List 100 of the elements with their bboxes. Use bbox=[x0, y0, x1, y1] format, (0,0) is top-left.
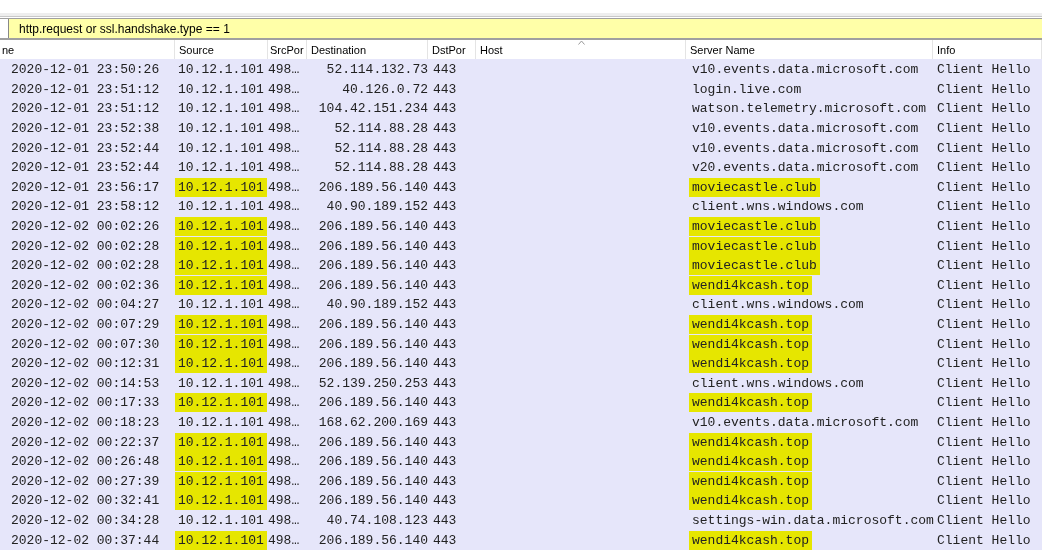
table-cell: 206.189.56.140 bbox=[318, 454, 428, 470]
table-cell: 2020-12-02 00:02:28 bbox=[11, 238, 160, 254]
table-cell: 52.114.88.28 bbox=[334, 121, 428, 137]
table-cell: 443 bbox=[433, 297, 457, 313]
table-cell: 498… bbox=[268, 179, 300, 195]
table-cell: 498… bbox=[268, 81, 300, 97]
table-cell: 2020-12-01 23:52:44 bbox=[11, 160, 160, 176]
table-cell: Client Hello bbox=[937, 62, 1031, 78]
table-cell: Client Hello bbox=[937, 277, 1031, 293]
table-cell: Client Hello bbox=[937, 375, 1031, 391]
table-cell: 498… bbox=[268, 140, 300, 156]
table-cell: 498… bbox=[268, 101, 300, 117]
table-cell-text: v10.events.data.microsoft.com bbox=[691, 414, 920, 432]
table-cell: wendi4kcash.top bbox=[689, 393, 813, 413]
table-cell: 206.189.56.140 bbox=[318, 336, 428, 352]
table-cell-text: watson.telemetry.microsoft.com bbox=[691, 100, 928, 119]
table-cell-text: 10.12.1.101 bbox=[177, 120, 265, 139]
table-cell: 443 bbox=[433, 473, 457, 489]
table-cell: 168.62.200.169 bbox=[318, 415, 428, 430]
table-cell: 2020-12-02 00:37:44 bbox=[11, 532, 160, 548]
table-cell: 10.12.1.101 bbox=[175, 354, 267, 374]
table-cell: 52.139.250.253 bbox=[318, 375, 428, 391]
table-cell: 2020-12-02 00:18:23 bbox=[11, 415, 160, 430]
table-cell: 206.189.56.140 bbox=[318, 317, 428, 332]
table-cell-text: v20.events.data.microsoft.com bbox=[691, 159, 920, 178]
table-cell: 206.189.56.140 bbox=[318, 258, 428, 274]
table-cell-text: 10.12.1.101 bbox=[177, 139, 265, 158]
table-cell: Client Hello bbox=[937, 101, 1031, 117]
table-cell-text: client.wns.windows.com bbox=[691, 296, 865, 315]
table-cell: 443 bbox=[433, 375, 457, 391]
table-cell: 40.74.108.123 bbox=[326, 512, 428, 528]
table-cell-text: client.wns.windows.com bbox=[691, 374, 865, 393]
table-cell: Client Hello bbox=[937, 179, 1031, 195]
table-cell: 206.189.56.140 bbox=[318, 434, 428, 450]
table-cell: Client Hello bbox=[937, 258, 1031, 274]
table-cell: 443 bbox=[433, 336, 457, 352]
table-cell: 498… bbox=[268, 395, 300, 411]
table-cell: 2020-12-01 23:51:12 bbox=[11, 101, 160, 117]
table-cell-text: 10.12.1.101 bbox=[177, 198, 265, 217]
table-cell-text: v10.events.data.microsoft.com bbox=[691, 61, 920, 80]
table-cell: Client Hello bbox=[937, 395, 1031, 411]
table-cell: 498… bbox=[268, 532, 300, 548]
table-cell: 2020-12-01 23:58:12 bbox=[11, 199, 160, 215]
table-cell: 443 bbox=[433, 512, 457, 528]
table-cell: 443 bbox=[433, 179, 457, 195]
table-cell: 2020-12-02 00:04:27 bbox=[11, 297, 160, 313]
table-cell: 498… bbox=[268, 238, 300, 254]
table-cell: 443 bbox=[433, 356, 457, 372]
table-cell: 443 bbox=[433, 277, 457, 293]
table-cell: 443 bbox=[433, 160, 457, 176]
table-cell: Client Hello bbox=[937, 140, 1031, 156]
table-cell: 443 bbox=[433, 395, 457, 411]
table-cell: 2020-12-01 23:50:26 bbox=[11, 62, 160, 78]
table-cell: wendi4kcash.top bbox=[689, 432, 813, 452]
table-cell: 498… bbox=[268, 317, 300, 332]
table-cell: Client Hello bbox=[937, 160, 1031, 176]
table-cell: 443 bbox=[433, 101, 457, 117]
table-cell-text: 10.12.1.101 bbox=[177, 374, 265, 393]
table-cell-text: login.live.com bbox=[691, 80, 803, 99]
table-cell: 443 bbox=[433, 454, 457, 470]
table-cell: 498… bbox=[268, 415, 300, 430]
table-cell: 10.12.1.101 bbox=[175, 334, 267, 354]
table-cell: 2020-12-02 00:32:41 bbox=[11, 493, 160, 509]
table-cell: 10.12.1.101 bbox=[175, 491, 267, 511]
table-cell: 443 bbox=[433, 317, 457, 332]
table-cell: 206.189.56.140 bbox=[318, 277, 428, 293]
table-cell: wendi4kcash.top bbox=[689, 315, 813, 334]
table-cell: Client Hello bbox=[937, 434, 1031, 450]
table-cell: Client Hello bbox=[937, 81, 1031, 97]
table-cell: Client Hello bbox=[937, 199, 1031, 215]
table-cell: 498… bbox=[268, 336, 300, 352]
table-cell: 443 bbox=[433, 81, 457, 97]
table-cell: 206.189.56.140 bbox=[318, 473, 428, 489]
table-cell: 206.189.56.140 bbox=[318, 238, 428, 254]
table-cell: 104.42.151.234 bbox=[318, 101, 428, 117]
table-cell-text: 10.12.1.101 bbox=[177, 414, 265, 432]
table-cell: Client Hello bbox=[937, 493, 1031, 509]
table-cell: Client Hello bbox=[937, 415, 1031, 430]
table-cell: 2020-12-02 00:02:26 bbox=[11, 219, 160, 235]
table-cell: 2020-12-02 00:27:39 bbox=[11, 473, 160, 489]
table-cell: moviecastle.club bbox=[689, 236, 820, 256]
table-cell-text: 10.12.1.101 bbox=[177, 61, 265, 80]
table-cell: wendi4kcash.top bbox=[689, 471, 813, 491]
table-cell: 10.12.1.101 bbox=[175, 393, 267, 413]
table-cell: 2020-12-02 00:17:33 bbox=[11, 395, 160, 411]
table-cell: 206.189.56.140 bbox=[318, 532, 428, 548]
table-cell-text: settings-win.data.microsoft.com bbox=[691, 511, 935, 530]
table-cell: Client Hello bbox=[937, 238, 1031, 254]
table-cell-text: 10.12.1.101 bbox=[177, 100, 265, 119]
table-cell: wendi4kcash.top bbox=[689, 491, 813, 511]
table-cell: 206.189.56.140 bbox=[318, 493, 428, 509]
table-cell: Client Hello bbox=[937, 512, 1031, 528]
table-cell: 2020-12-02 00:26:48 bbox=[11, 454, 160, 470]
table-cell: Client Hello bbox=[937, 317, 1031, 332]
table-cell: 443 bbox=[433, 532, 457, 548]
table-cell: Client Hello bbox=[937, 473, 1031, 489]
display-filter-field[interactable]: http.request or ssl.handshake.type == 1 bbox=[8, 19, 1042, 38]
table-cell: 206.189.56.140 bbox=[318, 219, 428, 235]
table-cell: 498… bbox=[268, 356, 300, 372]
table-cell: 10.12.1.101 bbox=[175, 275, 267, 295]
